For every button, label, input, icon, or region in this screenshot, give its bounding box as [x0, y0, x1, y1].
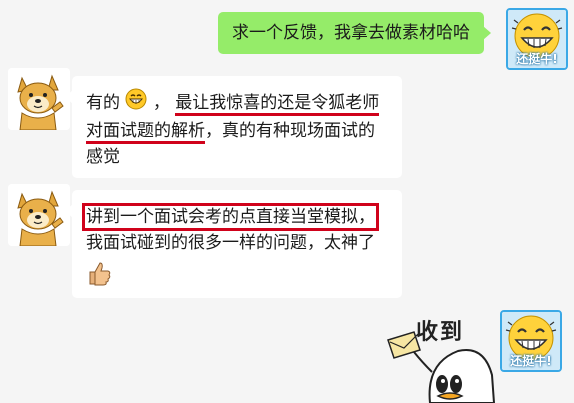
- outgoing-message-bubble: 求一个反馈，我拿去做素材哈哈: [218, 12, 491, 54]
- sticker-text: 收到: [416, 320, 465, 345]
- user-avatar[interactable]: 还挺牛!: [500, 310, 562, 372]
- message-text: 求一个反馈，我拿去做素材哈哈: [232, 23, 470, 43]
- message-line: 讲到一个面试会考的点直接当堂模拟，: [82, 203, 388, 231]
- shiba-dog-icon: [8, 184, 70, 246]
- message-line: 对面试题的解析，真的有种现场面试的: [86, 118, 388, 144]
- highlighted-text: 讲到一个面试会考的点直接当堂模拟，: [82, 203, 379, 231]
- highlighted-text: 最让我惊喜的还是令狐老师: [175, 93, 380, 116]
- message-text: ，真的有种现场面试的: [205, 121, 375, 141]
- shiba-dog-icon: [8, 68, 70, 130]
- avatar-caption: 还挺牛!: [510, 354, 552, 368]
- highlighted-text: 对面试题的解析: [86, 121, 205, 144]
- message-line: [86, 256, 388, 294]
- contact-avatar[interactable]: [8, 68, 70, 130]
- message-text: ，: [152, 93, 170, 113]
- message-line: 我面试碰到的很多一样的问题，太神了: [86, 233, 375, 253]
- message-line: 感觉: [86, 147, 120, 167]
- message-line: 有的 ， 最让我惊喜的还是令狐老师: [86, 88, 388, 118]
- user-avatar[interactable]: 还挺牛!: [506, 8, 568, 70]
- grin-emoji-icon: [125, 88, 147, 118]
- contact-avatar[interactable]: [8, 184, 70, 246]
- incoming-message-bubble: 讲到一个面试会考的点直接当堂模拟， 我面试碰到的很多一样的问题，太神了: [65, 190, 402, 298]
- thumbs-up-icon: [86, 260, 112, 294]
- avatar-caption: 还挺牛!: [516, 52, 558, 66]
- sticker-message: 收到: [380, 300, 498, 403]
- incoming-message-bubble: 有的 ， 最让我惊喜的还是令狐老师 对面试题的解析，真的有种现场面试的 感觉: [65, 76, 402, 178]
- message-text: 有的: [86, 93, 120, 113]
